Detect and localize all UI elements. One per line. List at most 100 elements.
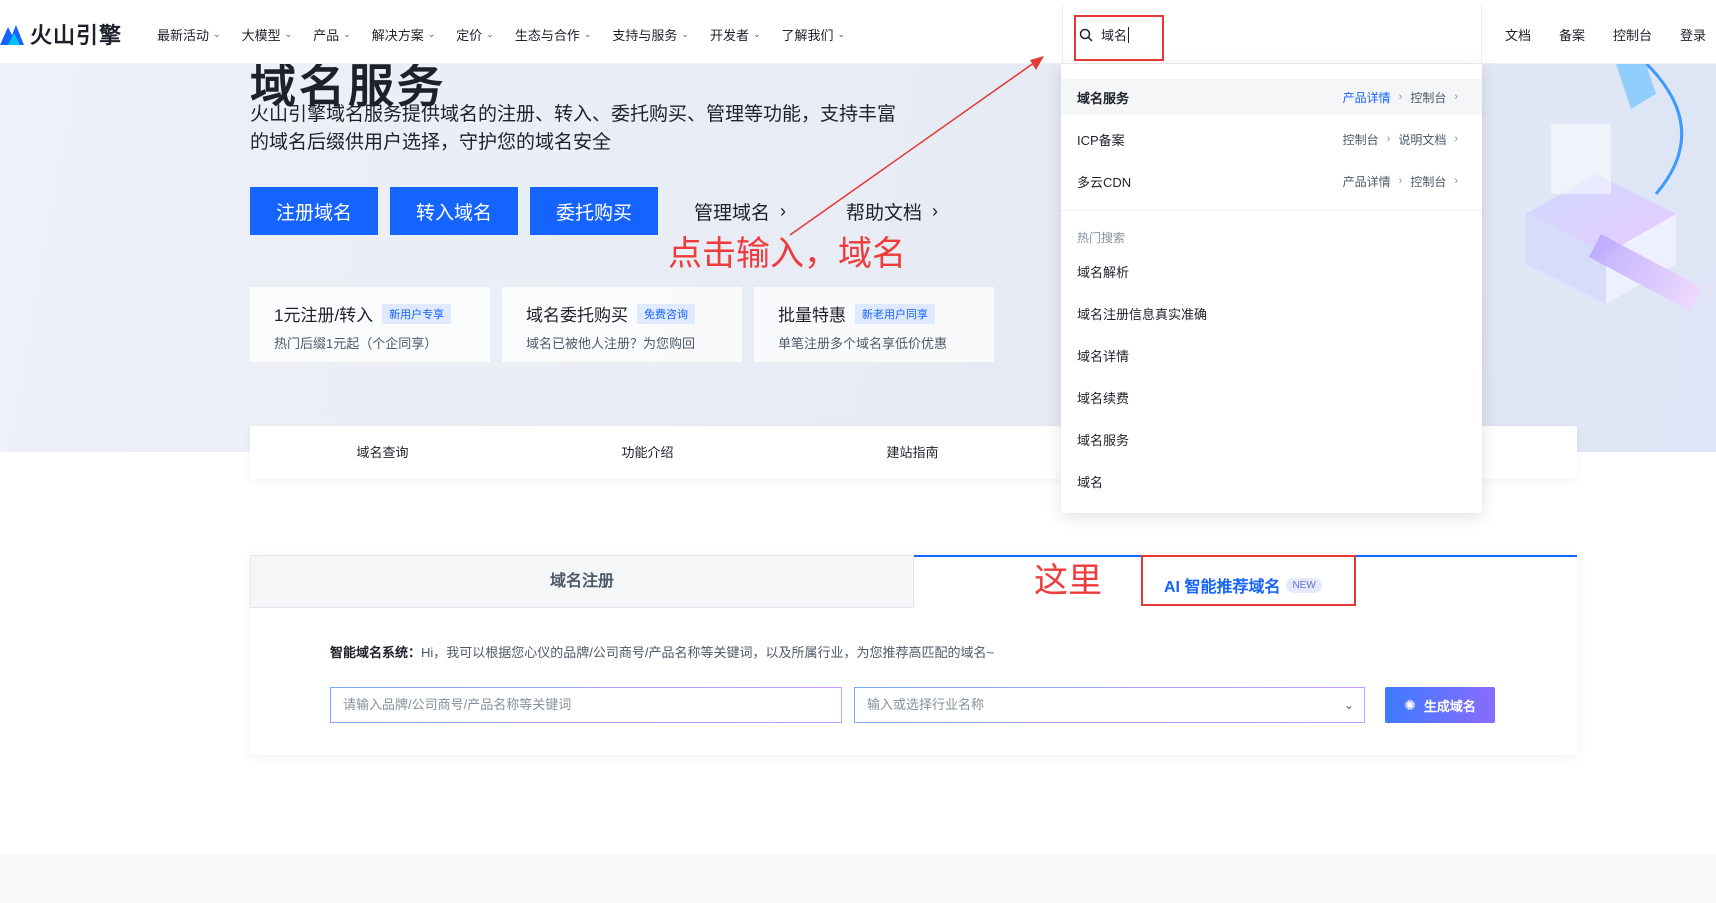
nav-item-label: 生态与合作: [514, 27, 580, 43]
tab-domain-register[interactable]: 域名注册: [250, 555, 914, 608]
card-badge: 新老用户同享: [855, 303, 935, 324]
nav-link-docs[interactable]: 文档: [1505, 25, 1531, 44]
footer-band: [0, 855, 1716, 903]
nav-link-filing[interactable]: 备案: [1559, 25, 1585, 44]
ai-intro-label: 智能域名系统：: [330, 645, 422, 660]
chevron-down-icon: ⌄: [213, 28, 221, 39]
card-title: 1元注册/转入: [274, 306, 374, 325]
chevron-down-icon: ⌄: [343, 28, 351, 39]
nav-item-about[interactable]: 了解我们 ⌄: [782, 25, 846, 44]
nav-link-login[interactable]: 登录: [1680, 25, 1706, 44]
tab-domain-search[interactable]: 域名查询: [250, 426, 515, 479]
brand-logo[interactable]: 火山引擎: [0, 18, 155, 50]
manage-domain-link[interactable]: 管理域名 ›: [694, 198, 786, 225]
chevron-right-icon: ›: [1454, 91, 1458, 103]
nav-item-models[interactable]: 大模型 ⌄: [242, 25, 293, 44]
hot-search-item[interactable]: 域名: [1077, 472, 1103, 491]
link-label: 帮助文档: [846, 202, 923, 224]
nav-item-products[interactable]: 产品 ⌄: [313, 25, 351, 44]
card-badge: 新用户专享: [382, 303, 452, 324]
nav-item-developers[interactable]: 开发者 ⌄: [710, 25, 761, 44]
chevron-right-icon: ›: [1386, 133, 1391, 145]
sparkle-icon: ✺: [1404, 696, 1416, 713]
chevron-right-icon: ›: [1398, 175, 1403, 187]
chevron-down-icon: ⌄: [1343, 698, 1354, 712]
suggestion-link[interactable]: 产品详情: [1343, 173, 1391, 190]
card-badge: 免费咨询: [637, 303, 695, 324]
divider: [1061, 210, 1482, 211]
chevron-right-icon: ›: [1398, 91, 1403, 103]
nav-item-ecosystem[interactable]: 生态与合作 ⌄: [515, 25, 592, 44]
chevron-down-icon: ⌄: [284, 28, 293, 39]
transfer-domain-button[interactable]: 转入域名: [390, 187, 518, 235]
suggestion-label: 域名服务: [1077, 90, 1130, 106]
nav-item-support[interactable]: 支持与服务 ⌄: [612, 25, 689, 44]
suggestion-label: ICP备案: [1077, 132, 1125, 148]
nav-item-label: 大模型: [241, 27, 281, 43]
promo-cards: 1元注册/转入 新用户专享 热门后缀1元起（个企同享） 域名委托购买 免费咨询 域名…: [250, 287, 1006, 362]
card-subtitle: 域名已被他人注册？为您购回: [526, 336, 696, 351]
domain-register-panel: 域名注册 AI 智能推荐域名 NEW 智能域名系统：Hi，我可以根据您心仪的品牌…: [250, 555, 1577, 755]
hot-search-item[interactable]: 域名注册信息真实准确: [1077, 304, 1207, 323]
link-label: 管理域名: [694, 202, 771, 224]
suggestion-link[interactable]: 控制台: [1410, 89, 1446, 106]
nav-item-label: 了解我们: [781, 27, 834, 43]
annotation-text-click: 点击输入，域名: [668, 235, 906, 273]
nav-item-label: 产品: [313, 27, 340, 43]
top-navbar: 火山引擎 最新活动 ⌄ 大模型 ⌄ 产品 ⌄ 解决方案 ⌄ 定价 ⌄ 生态与合作 ⌄ 支持与…: [0, 5, 1716, 64]
promo-card-bulk[interactable]: 批量特惠 新老用户同享 单笔注册多个域名享低价优惠: [754, 287, 994, 362]
promo-card-broker[interactable]: 域名委托购买 免费咨询 域名已被他人注册？为您购回: [502, 287, 742, 362]
nav-item-activities[interactable]: 最新活动 ⌄: [157, 25, 221, 44]
nav-item-solutions[interactable]: 解决方案 ⌄: [372, 25, 436, 44]
ai-intro: 智能域名系统：Hi，我可以根据您心仪的品牌/公司商号/产品名称等关键词，以及所属…: [330, 642, 994, 661]
card-title: 批量特惠: [778, 306, 846, 325]
nav-item-label: 定价: [456, 27, 483, 43]
card-subtitle: 单笔注册多个域名享低价优惠: [778, 336, 948, 351]
hot-search-item[interactable]: 域名解析: [1077, 262, 1129, 281]
suggestion-link[interactable]: 控制台: [1410, 173, 1446, 190]
annotation-box-search: [1074, 15, 1164, 61]
nav-item-label: 支持与服务: [612, 27, 678, 43]
generate-label: 生成域名: [1423, 698, 1476, 714]
industry-select[interactable]: 输入或选择行业名称 ⌄: [854, 687, 1365, 723]
hot-search-item[interactable]: 域名续费: [1077, 388, 1129, 407]
hero-description: 火山引擎域名服务提供域名的注册、转入、委托购买、管理等功能，支持丰富的域名后缀供…: [250, 104, 897, 153]
card-subtitle: 热门后缀1元起（个企同享）: [274, 336, 438, 351]
annotation-box-ai-tab: [1141, 555, 1356, 606]
suggestion-row[interactable]: 域名服务 产品详情 › 控制台 ›: [1061, 79, 1482, 115]
nav-link-console[interactable]: 控制台: [1613, 25, 1652, 44]
suggestion-row[interactable]: 多云CDN 产品详情 › 控制台 ›: [1061, 163, 1482, 199]
nav-item-label: 开发者: [709, 27, 749, 43]
tab-features[interactable]: 功能介绍: [515, 426, 780, 479]
keyword-input[interactable]: 请输入品牌/公司商号/产品名称等关键词: [330, 687, 842, 723]
hot-search-heading: 热门搜索: [1077, 231, 1126, 245]
chevron-right-icon: ›: [1454, 133, 1458, 145]
chevron-down-icon: ⌄: [752, 28, 761, 39]
suggestion-label: 多云CDN: [1077, 174, 1132, 190]
chevron-right-icon: ›: [780, 200, 787, 221]
card-title: 域名委托购买: [526, 306, 628, 325]
nav-item-pricing[interactable]: 定价 ⌄: [456, 25, 494, 44]
chevron-down-icon: ⌄: [486, 28, 494, 39]
tab-site-guide[interactable]: 建站指南: [780, 426, 1045, 479]
nav-item-label: 解决方案: [371, 27, 424, 43]
volcano-logo-icon: [0, 25, 24, 45]
suggestion-row[interactable]: ICP备案 控制台 › 说明文档 ›: [1061, 121, 1482, 157]
help-docs-link[interactable]: 帮助文档 ›: [846, 198, 938, 225]
brand-name: 火山引擎: [30, 23, 123, 48]
broker-purchase-button[interactable]: 委托购买: [530, 187, 658, 235]
suggestion-link[interactable]: 说明文档: [1398, 131, 1446, 148]
generate-domain-button[interactable]: ✺ 生成域名: [1385, 687, 1495, 723]
chevron-down-icon: ⌄: [837, 28, 846, 39]
hot-search-item[interactable]: 域名详情: [1077, 346, 1129, 365]
chevron-down-icon: ⌄: [583, 28, 592, 39]
industry-placeholder: 输入或选择行业名称: [867, 697, 985, 712]
suggestion-link[interactable]: 产品详情: [1343, 89, 1391, 106]
main-nav: 最新活动 ⌄ 大模型 ⌄ 产品 ⌄ 解决方案 ⌄ 定价 ⌄ 生态与合作 ⌄ 支持与服务 ⌄ 开…: [157, 25, 866, 44]
hot-search-item[interactable]: 域名服务: [1077, 430, 1129, 449]
register-domain-button[interactable]: 注册域名: [250, 187, 378, 235]
annotation-text-here: 这里: [1034, 562, 1102, 600]
promo-card-register[interactable]: 1元注册/转入 新用户专享 热门后缀1元起（个企同享）: [250, 287, 490, 362]
suggestion-link[interactable]: 控制台: [1343, 131, 1379, 148]
chevron-down-icon: ⌄: [427, 28, 436, 39]
